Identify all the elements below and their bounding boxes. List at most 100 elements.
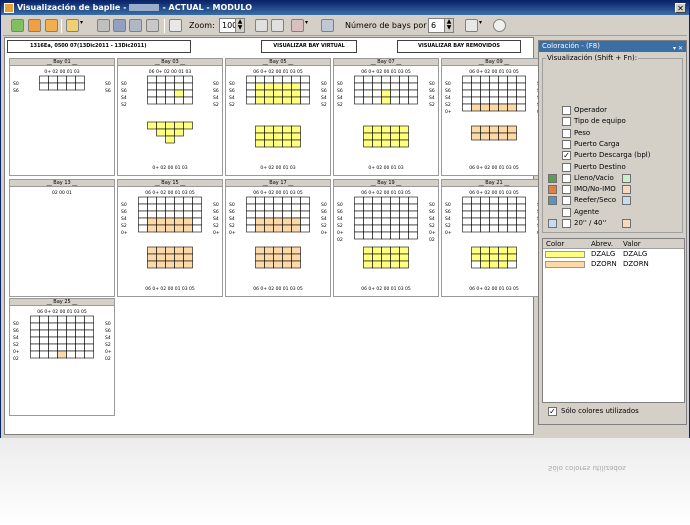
container-slot[interactable]: [498, 253, 508, 262]
container-slot[interactable]: [390, 253, 400, 262]
container-slot[interactable]: [246, 196, 256, 205]
container-slot[interactable]: [66, 315, 76, 324]
option-checkbox[interactable]: [562, 139, 571, 149]
container-slot[interactable]: [408, 224, 418, 233]
container-slot[interactable]: [489, 82, 499, 91]
container-slot[interactable]: [363, 132, 373, 141]
container-slot[interactable]: [264, 96, 274, 105]
container-slot[interactable]: [273, 217, 283, 226]
container-slot[interactable]: [480, 224, 490, 233]
container-slot[interactable]: [489, 75, 499, 84]
container-slot[interactable]: [156, 196, 166, 205]
container-slot[interactable]: [264, 125, 274, 134]
container-slot[interactable]: [84, 343, 94, 352]
container-slot[interactable]: [264, 132, 274, 141]
container-slot[interactable]: [291, 203, 301, 212]
container-slot[interactable]: [489, 217, 499, 226]
container-slot[interactable]: [516, 224, 526, 233]
container-slot[interactable]: [291, 125, 301, 134]
legend-row[interactable]: DZORN DZORN: [543, 259, 684, 269]
container-slot[interactable]: [390, 82, 400, 91]
container-slot[interactable]: [372, 253, 382, 262]
container-slot[interactable]: [282, 260, 292, 269]
view-icon[interactable]: [97, 19, 110, 32]
container-slot[interactable]: [480, 89, 490, 98]
container-slot[interactable]: [363, 96, 373, 105]
container-slot[interactable]: [498, 132, 508, 141]
container-slot[interactable]: [507, 82, 517, 91]
container-slot[interactable]: [192, 217, 202, 226]
container-slot[interactable]: [408, 196, 418, 205]
container-slot[interactable]: [282, 210, 292, 219]
container-slot[interactable]: [156, 210, 166, 219]
container-slot[interactable]: [516, 217, 526, 226]
container-slot[interactable]: [408, 96, 418, 105]
container-slot[interactable]: [165, 196, 175, 205]
color-swatch[interactable]: [622, 219, 631, 228]
container-slot[interactable]: [273, 224, 283, 233]
container-slot[interactable]: [174, 210, 184, 219]
bays-per-row-spinner[interactable]: 6 ▲ ▼: [428, 18, 454, 33]
container-slot[interactable]: [354, 224, 364, 233]
container-slot[interactable]: [255, 253, 265, 262]
container-slot[interactable]: [390, 196, 400, 205]
container-slot[interactable]: [480, 253, 490, 262]
color-swatch[interactable]: [548, 173, 557, 183]
container-slot[interactable]: [273, 125, 283, 134]
page-prev-icon[interactable]: [255, 19, 268, 32]
container-slot[interactable]: [255, 217, 265, 226]
container-slot[interactable]: [300, 96, 310, 105]
container-slot[interactable]: [183, 210, 193, 219]
container-slot[interactable]: [246, 75, 256, 84]
container-slot[interactable]: [471, 75, 481, 84]
container-slot[interactable]: [363, 125, 373, 134]
container-slot[interactable]: [147, 121, 157, 130]
container-slot[interactable]: [372, 217, 382, 226]
container-slot[interactable]: [300, 82, 310, 91]
container-slot[interactable]: [39, 336, 49, 345]
container-slot[interactable]: [399, 139, 409, 148]
container-slot[interactable]: [291, 139, 301, 148]
view-removed-bay-button[interactable]: VISUALIZAR BAY REMOVIDOS: [397, 40, 521, 53]
container-slot[interactable]: [507, 75, 517, 84]
container-slot[interactable]: [57, 82, 67, 91]
container-slot[interactable]: [399, 89, 409, 98]
container-slot[interactable]: [156, 121, 166, 130]
spinner-arrows-icon[interactable]: ▲ ▼: [444, 19, 453, 32]
container-slot[interactable]: [408, 82, 418, 91]
bay-panel[interactable]: __ Bay 19 __ 06 0+ 02 00 01 03 05 S0 S0 S6 S6…: [333, 179, 439, 297]
container-slot[interactable]: [300, 89, 310, 98]
container-slot[interactable]: [264, 82, 274, 91]
container-slot[interactable]: [138, 203, 148, 212]
container-slot[interactable]: [363, 139, 373, 148]
container-slot[interactable]: [75, 82, 85, 91]
container-slot[interactable]: [516, 203, 526, 212]
view-virtual-bay-button[interactable]: VISUALIZAR BAY VIRTUAL: [261, 40, 357, 53]
container-slot[interactable]: [147, 89, 157, 98]
container-slot[interactable]: [183, 96, 193, 105]
container-slot[interactable]: [165, 224, 175, 233]
container-slot[interactable]: [147, 224, 157, 233]
container-slot[interactable]: [471, 203, 481, 212]
container-slot[interactable]: [255, 96, 265, 105]
option-checkbox[interactable]: [562, 128, 571, 138]
container-slot[interactable]: [372, 89, 382, 98]
container-slot[interactable]: [381, 89, 391, 98]
container-slot[interactable]: [84, 336, 94, 345]
container-slot[interactable]: [372, 139, 382, 148]
container-slot[interactable]: [372, 224, 382, 233]
option-checkbox[interactable]: [562, 162, 571, 172]
container-slot[interactable]: [66, 322, 76, 331]
container-slot[interactable]: [75, 75, 85, 84]
container-slot[interactable]: [363, 231, 373, 240]
container-slot[interactable]: [246, 224, 256, 233]
container-slot[interactable]: [165, 246, 175, 255]
layout-icon[interactable]: [291, 19, 304, 32]
container-slot[interactable]: [489, 203, 499, 212]
container-slot[interactable]: [489, 196, 499, 205]
container-slot[interactable]: [390, 231, 400, 240]
container-slot[interactable]: [462, 210, 472, 219]
container-slot[interactable]: [66, 336, 76, 345]
container-slot[interactable]: [408, 75, 418, 84]
container-slot[interactable]: [408, 217, 418, 226]
